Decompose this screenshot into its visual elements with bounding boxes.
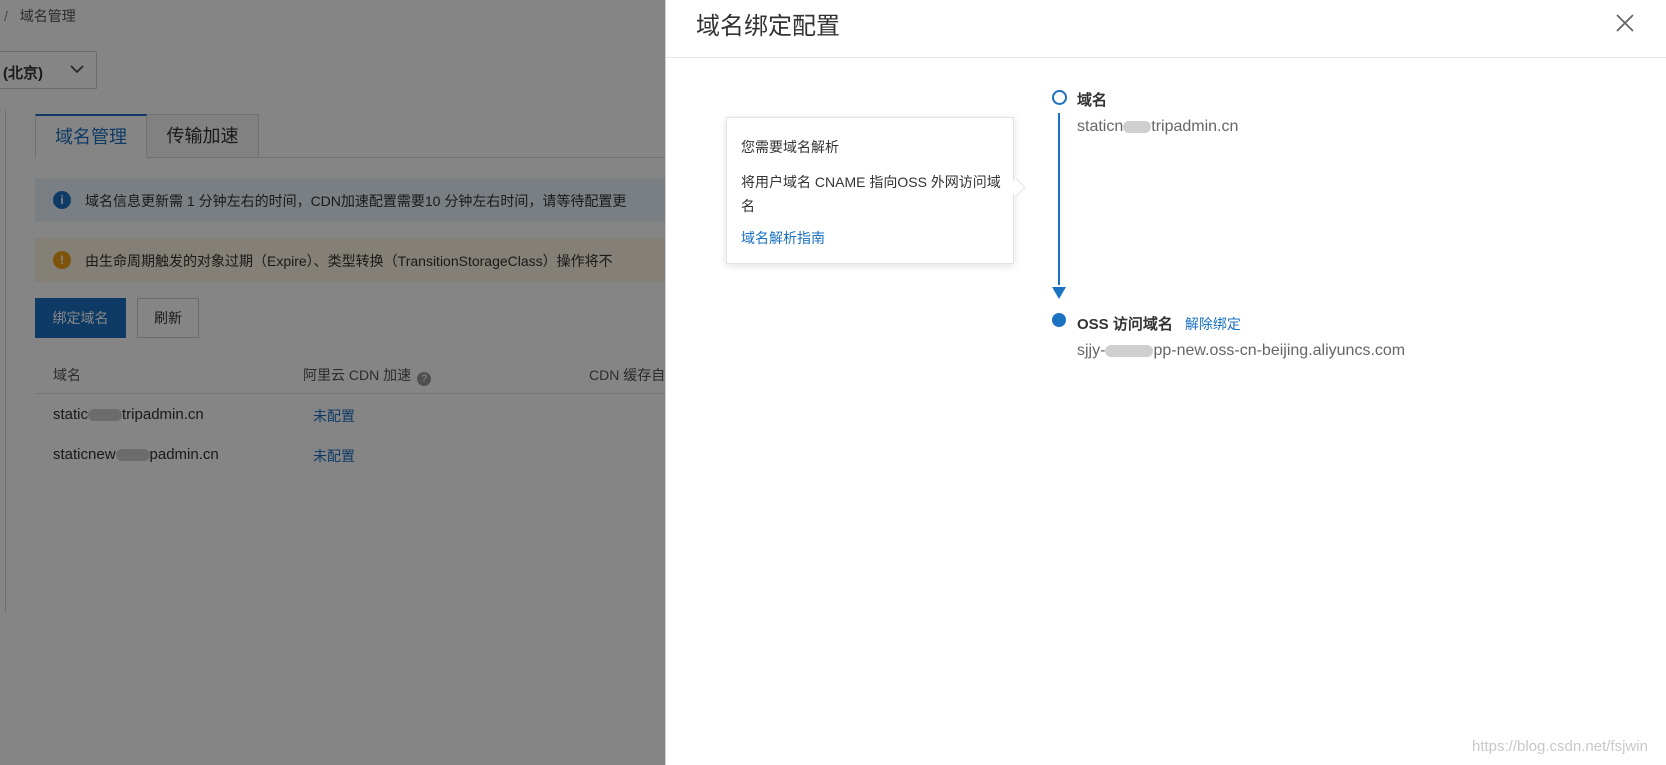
step-dot-oss xyxy=(1052,313,1066,327)
drawer-divider xyxy=(666,57,1666,58)
popover-title: 您需要域名解析 xyxy=(741,139,839,155)
step-label-oss: OSS 访问域名 解除绑定 xyxy=(1077,313,1241,334)
step-label-domain: 域名 xyxy=(1077,92,1108,109)
step-value-suffix: tripadmin.cn xyxy=(1151,118,1239,135)
step-connector xyxy=(1058,113,1060,285)
redacted-blur xyxy=(1123,120,1152,133)
popover-description: 将用户域名 CNAME 指向OSS 外网访问域名 xyxy=(741,174,1001,214)
unbind-link[interactable]: 解除绑定 xyxy=(1185,316,1241,332)
step-value-suffix: pp-new.oss-cn-beijing.aliyuncs.com xyxy=(1153,342,1406,359)
dns-hint-popover: 您需要域名解析 将用户域名 CNAME 指向OSS 外网访问域名 域名解析指南 xyxy=(726,117,1026,264)
modal-mask[interactable] xyxy=(0,0,665,765)
redacted-blur xyxy=(1105,344,1154,357)
domain-binding-drawer: 域名绑定配置 您需要域名解析 将用户域名 CNAME 指向OSS 外网访问域名 … xyxy=(665,0,1666,765)
drawer-title: 域名绑定配置 xyxy=(696,13,840,40)
arrow-down-icon xyxy=(1052,287,1066,299)
step-label-oss-text: OSS 访问域名 xyxy=(1077,316,1173,333)
step-dot-domain xyxy=(1052,90,1067,105)
dns-guide-link[interactable]: 域名解析指南 xyxy=(741,228,825,248)
step-value-prefix: sjjy- xyxy=(1077,342,1106,359)
step-value-oss: sjjy-pp-new.oss-cn-beijing.aliyuncs.com xyxy=(1077,342,1405,360)
popover-arrow xyxy=(1007,178,1026,197)
step-value-prefix: staticn xyxy=(1077,118,1124,135)
step-value-domain: staticn tripadmin.cn xyxy=(1077,118,1238,136)
close-icon[interactable] xyxy=(1614,12,1636,34)
watermark-text: https://blog.csdn.net/fsjwin xyxy=(1472,738,1648,755)
